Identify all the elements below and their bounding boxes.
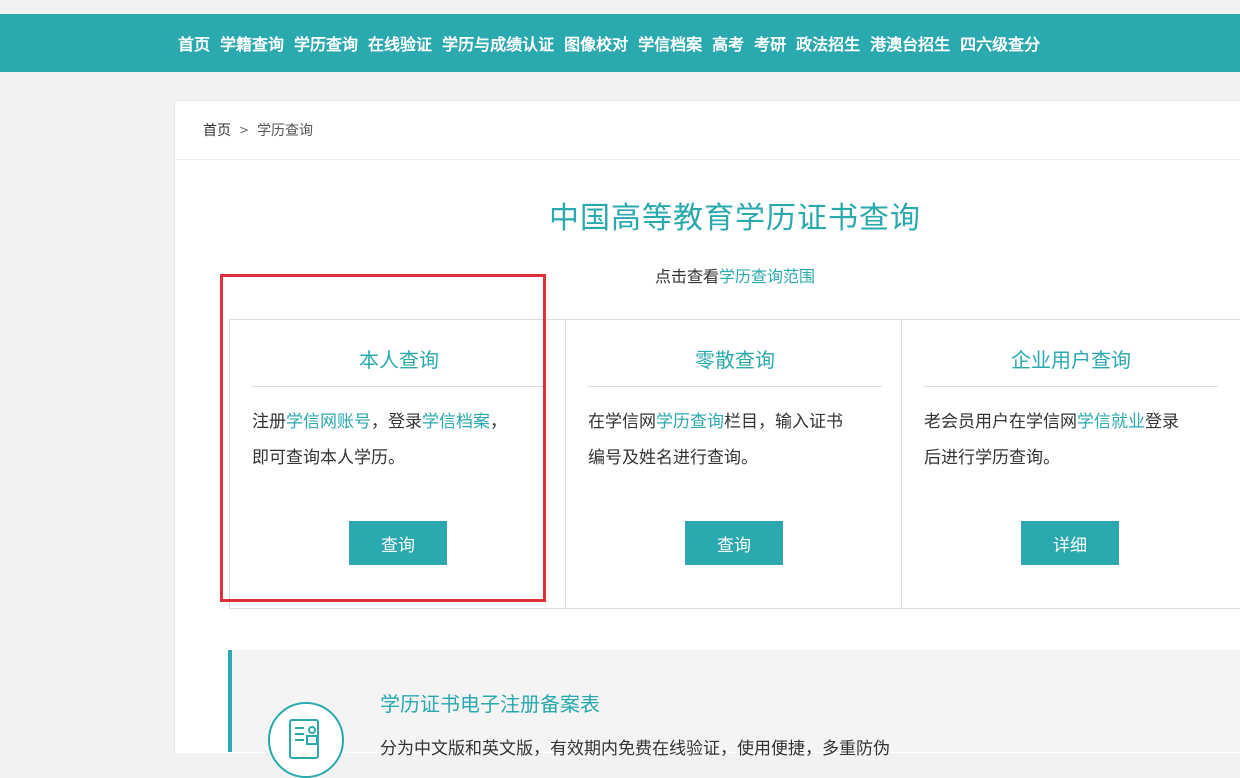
self-query-button[interactable]: 查询 — [349, 521, 447, 565]
card-desc-link[interactable]: 学信就业 — [1077, 412, 1145, 432]
card-description: 老会员用户在学信网学信就业登录后进行学历查询。 — [924, 404, 1194, 476]
certificate-record-section: 学历证书电子注册备案表 分为中文版和英文版，有效期内免费在线验证，使用便捷，多重… — [228, 650, 1240, 778]
card-desc-link[interactable]: 学历查询 — [656, 412, 724, 432]
card-title: 本人查询 — [359, 348, 439, 372]
card-desc-text: ，登录 — [371, 412, 422, 432]
card-divider — [588, 386, 882, 387]
nav-item[interactable]: 图像校对 — [564, 31, 628, 55]
breadcrumb-home-link[interactable]: 首页 — [203, 120, 231, 140]
nav-item[interactable]: 四六级查分 — [960, 31, 1040, 55]
page-title: 中国高等教育学历证书查询 — [549, 201, 921, 236]
record-title[interactable]: 学历证书电子注册备案表 — [380, 688, 600, 717]
card-desc-text: 老会员用户在学信网 — [924, 412, 1077, 432]
card-desc-link[interactable]: 学信网账号 — [286, 412, 371, 432]
nav-item[interactable]: 学籍查询 — [220, 31, 284, 55]
card-desc-text: 在学信网 — [588, 412, 656, 432]
card-description: 在学信网学历查询栏目，输入证书编号及姓名进行查询。 — [588, 404, 858, 476]
top-nav-bar: 首页 学籍查询 学历查询 在线验证 学历与成绩认证 图像校对 学信档案 高考 考研 政法招生 港澳台… — [0, 14, 1240, 72]
nav-item[interactable]: 考研 — [754, 31, 786, 55]
query-range-prefix: 点击查看 — [654, 267, 719, 286]
card-description: 注册学信网账号，登录学信档案，即可查询本人学历。 — [252, 404, 522, 476]
nav-item[interactable]: 学信档案 — [638, 31, 702, 55]
nav-item[interactable]: 高考 — [712, 31, 744, 55]
query-range-link[interactable]: 学历查询范围 — [719, 267, 815, 286]
nav-item[interactable]: 政法招生 — [796, 31, 860, 55]
nav-item[interactable]: 学历查询 — [294, 31, 358, 55]
top-strip — [0, 0, 1240, 14]
record-description: 分为中文版和英文版，有效期内免费在线验证，使用便捷，多重防伪 — [380, 739, 890, 759]
document-icon — [268, 702, 344, 778]
nav-items: 首页 学籍查询 学历查询 在线验证 学历与成绩认证 图像校对 学信档案 高考 考研 政法招生 港澳台… — [178, 14, 1050, 72]
breadcrumb-separator: > — [239, 123, 250, 137]
enterprise-detail-button[interactable]: 详细 — [1021, 521, 1119, 565]
card-scattered-query: 零散查询 在学信网学历查询栏目，输入证书编号及姓名进行查询。 查询 — [566, 320, 902, 608]
card-desc-link[interactable]: 学信档案 — [422, 412, 490, 432]
card-self-query: 本人查询 注册学信网账号，登录学信档案，即可查询本人学历。 查询 — [230, 320, 566, 608]
nav-item[interactable]: 学历与成绩认证 — [442, 31, 554, 55]
card-desc-text: 注册 — [252, 412, 286, 432]
query-cards: 本人查询 注册学信网账号，登录学信档案，即可查询本人学历。 查询 零散查询 在学… — [229, 319, 1240, 609]
scattered-query-button[interactable]: 查询 — [685, 521, 783, 565]
card-enterprise-query: 企业用户查询 老会员用户在学信网学信就业登录后进行学历查询。 详细 — [902, 320, 1238, 608]
query-range-line: 点击查看学历查询范围 — [175, 263, 1240, 287]
nav-item[interactable]: 首页 — [178, 31, 210, 55]
nav-item[interactable]: 在线验证 — [368, 31, 432, 55]
card-divider — [252, 386, 546, 387]
card-divider — [924, 386, 1218, 387]
card-title: 企业用户查询 — [1011, 348, 1131, 372]
nav-item[interactable]: 港澳台招生 — [870, 31, 950, 55]
card-title: 零散查询 — [695, 348, 775, 372]
breadcrumb: 首页 > 学历查询 — [175, 101, 1240, 160]
breadcrumb-current: 学历查询 — [257, 123, 314, 139]
